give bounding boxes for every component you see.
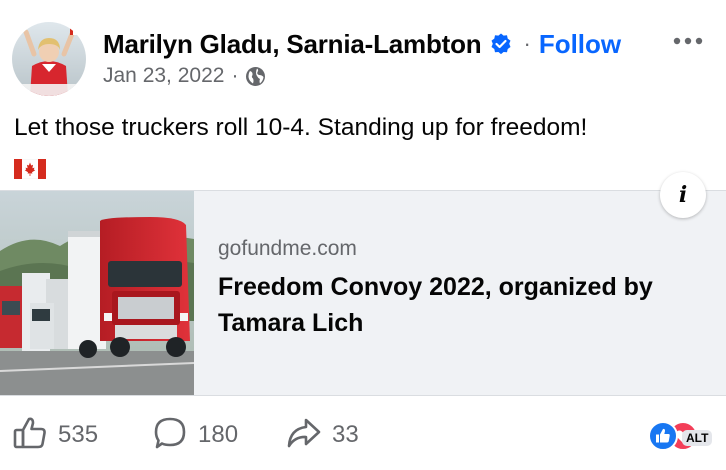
- post-header: Marilyn Gladu, Sarnia-Lambton · Follow: [103, 27, 621, 61]
- more-options-icon[interactable]: [672, 34, 704, 46]
- alt-text-badge[interactable]: ALT: [682, 430, 713, 446]
- share-arrow-icon: [286, 415, 322, 456]
- link-domain: gofundme.com: [218, 237, 357, 260]
- share-button[interactable]: 33: [286, 410, 359, 460]
- author-name[interactable]: Marilyn Gladu, Sarnia-Lambton: [103, 29, 482, 60]
- follow-button[interactable]: Follow: [539, 29, 621, 60]
- canada-flag-icon: [13, 155, 47, 179]
- comment-button[interactable]: 180: [152, 410, 238, 460]
- reaction-summary[interactable]: ALT: [638, 420, 718, 454]
- comment-count: 180: [198, 421, 239, 448]
- post-date[interactable]: Jan 23, 2022: [103, 64, 224, 88]
- separator-dot: ·: [523, 31, 531, 56]
- action-bar: 535 180 33: [0, 410, 726, 460]
- author-avatar[interactable]: [12, 22, 86, 96]
- info-icon[interactable]: i: [660, 172, 706, 218]
- link-preview-card[interactable]: gofundme.com Freedom Convoy 2022, organi…: [0, 190, 726, 396]
- separator-dot: ·: [231, 64, 239, 87]
- post-text: Let those truckers roll 10-4. Standing u…: [13, 111, 714, 179]
- share-count: 33: [332, 421, 359, 448]
- like-button[interactable]: 535: [12, 410, 98, 460]
- link-thumbnail-image[interactable]: [0, 191, 194, 395]
- thumbs-up-icon: [12, 415, 48, 456]
- post-message: Let those truckers roll 10-4. Standing u…: [14, 114, 588, 141]
- verified-badge-icon: [489, 32, 513, 56]
- post-meta: Jan 23, 2022 ·: [103, 62, 266, 90]
- comment-bubble-icon: [152, 415, 188, 456]
- like-reaction-icon: [648, 421, 678, 451]
- like-count: 535: [58, 421, 99, 448]
- link-title[interactable]: Freedom Convoy 2022, organized by Tamara…: [218, 269, 710, 341]
- facebook-post: Marilyn Gladu, Sarnia-Lambton · Follow J…: [0, 0, 726, 470]
- globe-icon[interactable]: [245, 66, 266, 87]
